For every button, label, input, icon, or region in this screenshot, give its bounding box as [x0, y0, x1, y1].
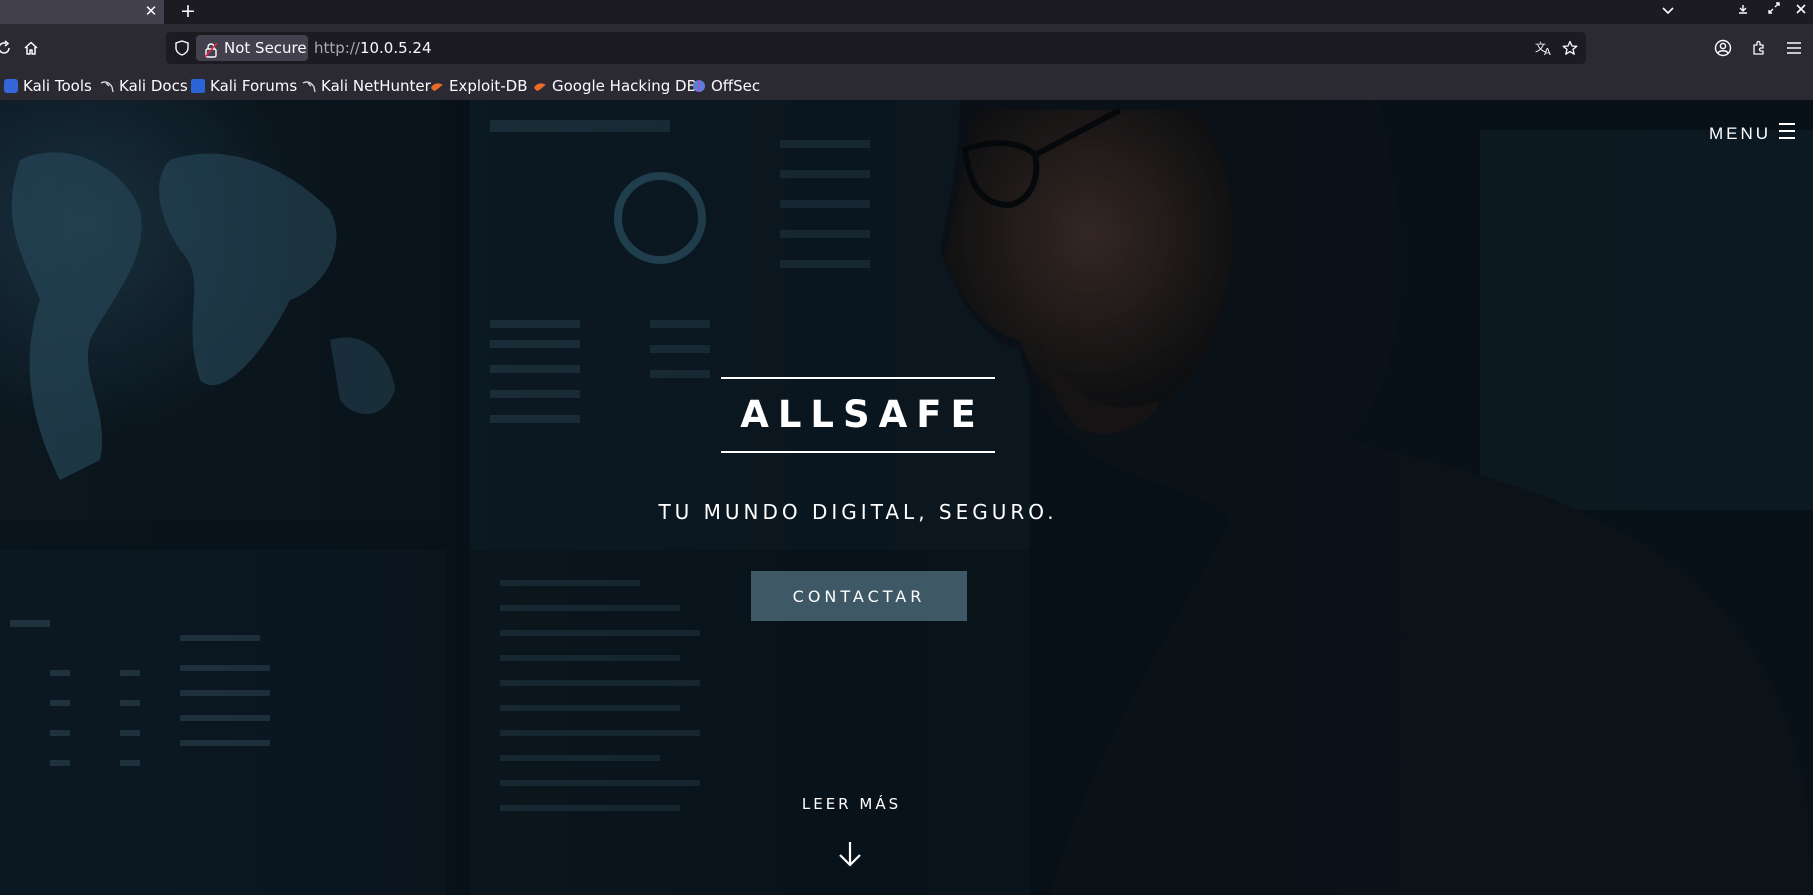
bookmark-label: Exploit-DB — [449, 77, 528, 95]
not-secure-label: Not Secure — [224, 39, 307, 57]
brand-box: ALLSAFE — [721, 377, 995, 453]
insecure-lock-icon — [204, 40, 218, 66]
kali-dragon-icon — [100, 74, 114, 93]
tab-close-button[interactable]: ✕ — [142, 0, 160, 22]
brand-title: ALLSAFE — [740, 393, 985, 436]
bookmark-label: Kali Forums — [210, 77, 298, 95]
read-more-link[interactable]: LEER MÁS — [0, 795, 1703, 813]
offsec-icon — [692, 74, 706, 92]
extensions-icon[interactable] — [1747, 36, 1771, 60]
home-icon[interactable] — [19, 36, 43, 60]
url-text[interactable]: http://10.0.5.24 — [314, 32, 432, 64]
bookmarks-toolbar: Kali Tools Kali Docs Kali Forums Kali Ne… — [0, 72, 1813, 100]
svg-text:A: A — [1544, 47, 1551, 56]
tagline: TU MUNDO DIGITAL, SEGURO. — [658, 500, 1058, 524]
navigation-toolbar: Not Secure http://10.0.5.24 文A — [0, 24, 1813, 72]
contact-button[interactable]: CONTACTAR — [751, 571, 967, 621]
url-host: 10.0.5.24 — [359, 39, 432, 57]
new-tab-button[interactable]: + — [178, 0, 198, 22]
active-tab[interactable]: ✕ — [0, 0, 164, 24]
bookmark-label: OffSec — [711, 77, 761, 95]
bookmark-label: Kali NetHunter — [321, 77, 431, 95]
bookmark-google-hacking-db[interactable]: Google Hacking DB — [533, 72, 697, 100]
exploit-db-icon — [430, 74, 444, 91]
bookmark-label: Kali Docs — [119, 77, 188, 95]
bookmark-label: Kali Tools — [23, 77, 92, 95]
bookmark-offsec[interactable]: OffSec — [692, 72, 760, 100]
url-bar[interactable]: Not Secure http://10.0.5.24 文A — [166, 32, 1586, 64]
menu-label: MENU — [1708, 124, 1771, 143]
close-window-icon[interactable] — [1791, 0, 1811, 22]
tab-strip: ✕ + — [0, 0, 1813, 24]
bookmark-kali-docs[interactable]: Kali Docs — [100, 72, 188, 100]
minimize-icon[interactable] — [1733, 0, 1753, 22]
hamburger-icon — [1779, 123, 1795, 139]
kali-forums-icon — [191, 79, 205, 93]
exploit-db-icon — [533, 74, 547, 91]
app-menu-icon[interactable] — [1782, 36, 1806, 60]
translate-icon[interactable]: 文A — [1532, 36, 1556, 60]
bookmark-label: Google Hacking DB — [552, 77, 697, 95]
kali-dragon-icon — [302, 74, 316, 93]
reload-icon[interactable] — [0, 36, 16, 60]
url-scheme: http:// — [314, 39, 360, 57]
menu-toggle[interactable]: MENU — [1709, 122, 1795, 146]
hero-background-image — [0, 100, 1813, 895]
not-secure-indicator[interactable]: Not Secure — [196, 35, 308, 61]
kali-tools-icon — [4, 79, 18, 93]
restore-icon[interactable] — [1764, 0, 1784, 22]
bookmark-kali-forums[interactable]: Kali Forums — [191, 72, 297, 100]
tracking-shield-icon[interactable] — [170, 36, 194, 60]
bookmark-exploit-db[interactable]: Exploit-DB — [430, 72, 528, 100]
bookmark-kali-nethunter[interactable]: Kali NetHunter — [302, 72, 431, 100]
hero-section: MENU ALLSAFE TU MUNDO DIGITAL, SEGURO. C… — [0, 100, 1813, 895]
arrow-down-icon[interactable] — [838, 840, 862, 868]
bookmark-kali-tools[interactable]: Kali Tools — [4, 72, 92, 100]
bookmark-star-icon[interactable] — [1558, 36, 1582, 60]
tab-list-chevron-icon[interactable] — [1657, 0, 1679, 22]
account-icon[interactable] — [1711, 36, 1735, 60]
